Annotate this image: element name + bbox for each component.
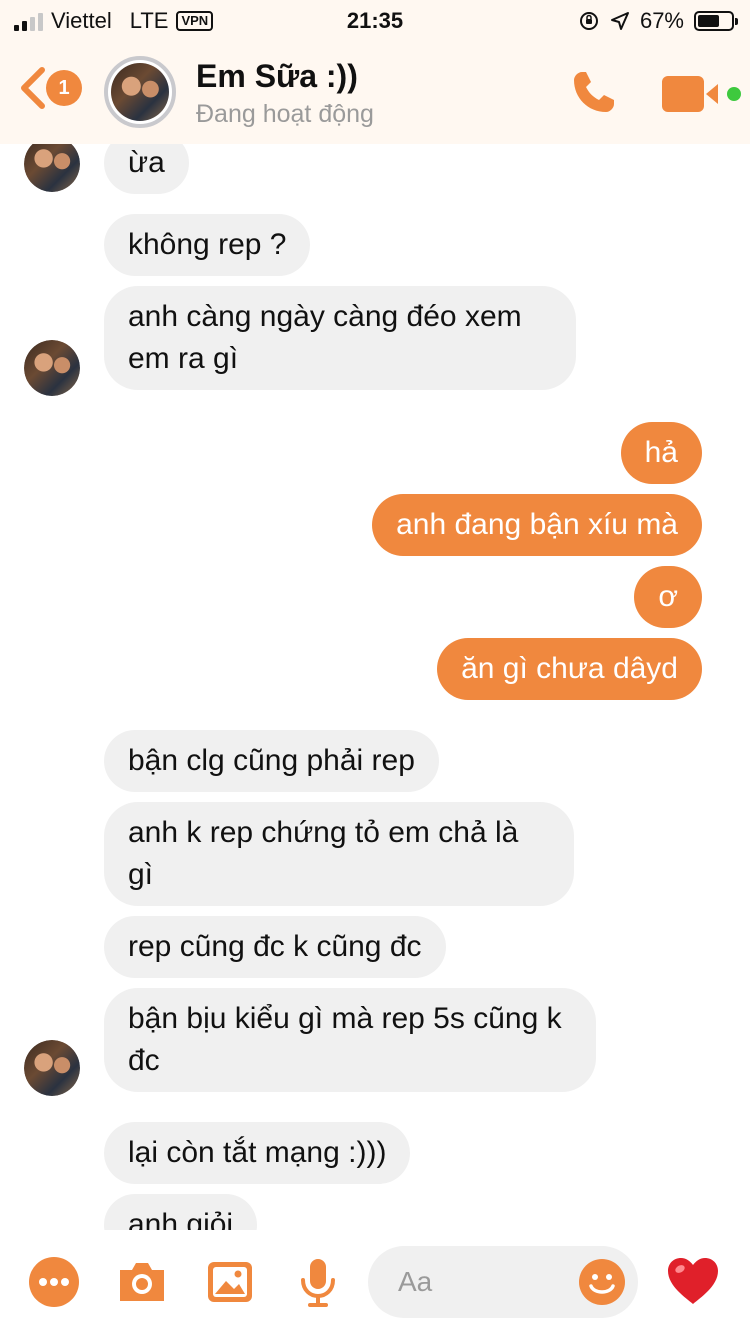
sender-avatar[interactable]: [24, 144, 80, 192]
message-list[interactable]: ừa không rep ? anh càng ngày càng đéo xe…: [0, 144, 750, 1230]
sender-avatar[interactable]: [24, 1040, 80, 1096]
outgoing-message[interactable]: hả: [620, 422, 702, 484]
contact-status: Đang hoạt động: [196, 100, 374, 128]
location-arrow-icon: [610, 12, 629, 30]
phone-call-button[interactable]: [568, 66, 620, 118]
incoming-message[interactable]: rep cũng đc k cũng đc: [104, 916, 446, 978]
avatar-photo: [24, 1040, 80, 1096]
status-bar: Viettel LTE VPN 21:35 67%: [0, 0, 750, 40]
unread-count-badge: 1: [46, 70, 82, 106]
more-options-button[interactable]: [28, 1256, 80, 1308]
video-call-button[interactable]: [662, 74, 742, 114]
input-placeholder: Aa: [398, 1266, 433, 1297]
chevron-left-icon: [21, 67, 45, 109]
incoming-message[interactable]: ừa: [104, 144, 189, 194]
voice-message-button[interactable]: [292, 1256, 344, 1308]
chat-header: 1 Em Sữa :)) Đang hoạt động: [0, 40, 750, 144]
outgoing-message[interactable]: ăn gì chưa dâyd: [437, 638, 702, 700]
outgoing-message[interactable]: ơ: [634, 566, 702, 628]
sender-avatar[interactable]: [24, 340, 80, 396]
heart-reaction-button[interactable]: [666, 1256, 720, 1306]
contact-name[interactable]: Em Sữa :)): [196, 58, 358, 95]
status-right: 67%: [578, 8, 738, 34]
incoming-message[interactable]: lại còn tắt mạng :))): [104, 1122, 411, 1184]
incoming-message[interactable]: anh càng ngày càng đéo xem em ra gì: [104, 286, 576, 390]
battery-percent: 67%: [639, 8, 684, 33]
composer-bar: Aa: [0, 1230, 750, 1334]
contact-avatar[interactable]: [104, 56, 176, 128]
incoming-message[interactable]: anh giỏi: [104, 1194, 258, 1230]
emoji-button[interactable]: [578, 1258, 626, 1306]
avatar-photo: [24, 144, 80, 192]
incoming-message[interactable]: bận clg cũng phải rep: [104, 730, 439, 792]
outgoing-message[interactable]: anh đang bận xíu mà: [372, 494, 702, 556]
message-input[interactable]: Aa: [368, 1246, 638, 1318]
battery-fill: [698, 15, 720, 27]
incoming-message[interactable]: bận bịu kiểu gì mà rep 5s cũng k đc: [104, 988, 596, 1092]
gallery-button[interactable]: [204, 1256, 256, 1308]
camera-button[interactable]: [116, 1256, 168, 1308]
incoming-message[interactable]: không rep ?: [104, 214, 311, 276]
rotation-lock-icon: [579, 12, 598, 30]
incoming-message[interactable]: anh k rep chứng tỏ em chả là gì: [104, 802, 574, 906]
avatar-photo: [24, 340, 80, 396]
battery-icon: [694, 11, 738, 31]
avatar-photo: [111, 63, 169, 121]
back-button[interactable]: 1: [18, 66, 82, 110]
